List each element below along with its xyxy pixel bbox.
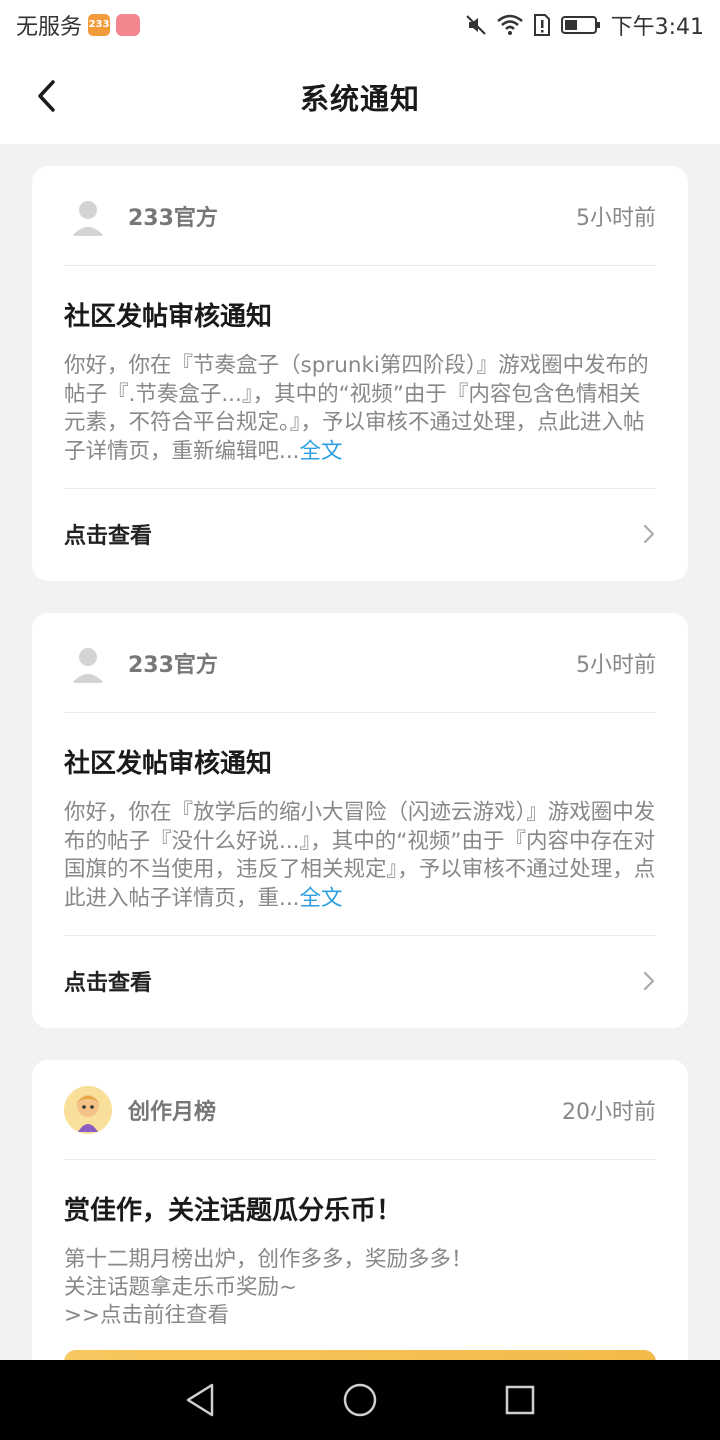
nav-recents-button[interactable] [490, 1370, 550, 1430]
card-header: 233官方 5小时前 [64, 166, 656, 266]
notification-time: 20小时前 [562, 1099, 656, 1125]
circle-home-icon [343, 1383, 377, 1417]
page-header: 系统通知 [0, 50, 720, 144]
view-details-label: 点击查看 [64, 523, 153, 549]
notification-body[interactable]: 你好，你在『放学后的缩小大冒险（闪迹云游戏）』游戏圈中发布的帖子『没什么好说..… [64, 799, 656, 935]
chevron-right-icon [643, 524, 655, 543]
body-line: 关注话题拿走乐币奖励~ [64, 1275, 298, 1300]
notification-title: 社区发帖审核通知 [64, 302, 273, 332]
chevron-right-icon [643, 971, 655, 990]
chevron-left-icon [38, 80, 55, 112]
notification-card[interactable]: 创作月榜 20小时前 赏佳作，关注话题瓜分乐币！ 第十二期月榜出炉，创作多多，奖… [32, 1060, 688, 1400]
status-right: 下午3:41 [465, 9, 704, 41]
status-bar: 无服务 233 下午3:41 [0, 0, 720, 50]
default-avatar-icon [72, 647, 104, 683]
view-details-label: 点击查看 [64, 970, 153, 996]
card-header: 233官方 5小时前 [64, 613, 656, 713]
status-left: 无服务 233 [16, 9, 141, 41]
sender-name: 233官方 [128, 205, 218, 231]
full-text-link[interactable]: 全文 [300, 886, 343, 911]
app-notification-icon [116, 14, 141, 36]
view-details-row[interactable]: 点击查看 [64, 935, 656, 1025]
nav-home-button[interactable] [330, 1370, 390, 1430]
system-nav-bar [0, 1360, 720, 1440]
full-text-link[interactable]: 全文 [300, 439, 343, 464]
default-avatar-icon [72, 200, 104, 236]
battery-icon [560, 14, 601, 36]
view-details-row[interactable]: 点击查看 [64, 488, 656, 578]
back-button[interactable] [28, 78, 64, 114]
sim-alert-icon [533, 14, 551, 36]
notification-body-text: 你好，你在『节奏盒子（sprunki第四阶段）』游戏圈中发布的帖子『.节奏盒子.… [64, 353, 649, 464]
cartoon-character-avatar-icon [64, 1085, 112, 1134]
square-recents-icon [505, 1385, 535, 1415]
page-title: 系统通知 [299, 82, 420, 116]
carrier-text: 无服务 [16, 15, 83, 40]
sender-name: 创作月榜 [128, 1099, 217, 1125]
avatar[interactable] [64, 1085, 112, 1134]
nav-back-button[interactable] [170, 1370, 230, 1430]
clock-text: 下午3:41 [610, 15, 704, 40]
triangle-back-icon [186, 1383, 214, 1417]
notification-card: 233官方 5小时前 社区发帖审核通知 你好，你在『放学后的缩小大冒险（闪迹云游… [32, 613, 688, 1028]
notification-title: 赏佳作，关注话题瓜分乐币！ [64, 1196, 403, 1226]
notification-body-text: 你好，你在『放学后的缩小大冒险（闪迹云游戏）』游戏圈中发布的帖子『没什么好说..… [64, 800, 656, 911]
notification-body[interactable]: 你好，你在『节奏盒子（sprunki第四阶段）』游戏圈中发布的帖子『.节奏盒子.… [64, 352, 656, 488]
notification-time: 5小时前 [576, 205, 656, 231]
body-line: 第十二期月榜出炉，创作多多，奖励多多！ [64, 1247, 473, 1272]
notification-body: 第十二期月榜出炉，创作多多，奖励多多！ 关注话题拿走乐币奖励~ >>点击前往查看 [64, 1246, 656, 1352]
notification-time: 5小时前 [576, 652, 656, 678]
notification-card: 233官方 5小时前 社区发帖审核通知 你好，你在『节奏盒子（sprunki第四… [32, 166, 688, 581]
notification-title: 社区发帖审核通知 [64, 749, 273, 779]
avatar[interactable] [64, 639, 112, 687]
sender-name: 233官方 [128, 652, 218, 678]
avatar[interactable] [64, 192, 112, 240]
wifi-icon [496, 14, 523, 36]
mute-icon [465, 14, 487, 36]
app-233-badge-icon: 233 [88, 14, 111, 36]
card-header: 创作月榜 20小时前 [64, 1060, 656, 1160]
body-line[interactable]: >>点击前往查看 [64, 1302, 656, 1330]
